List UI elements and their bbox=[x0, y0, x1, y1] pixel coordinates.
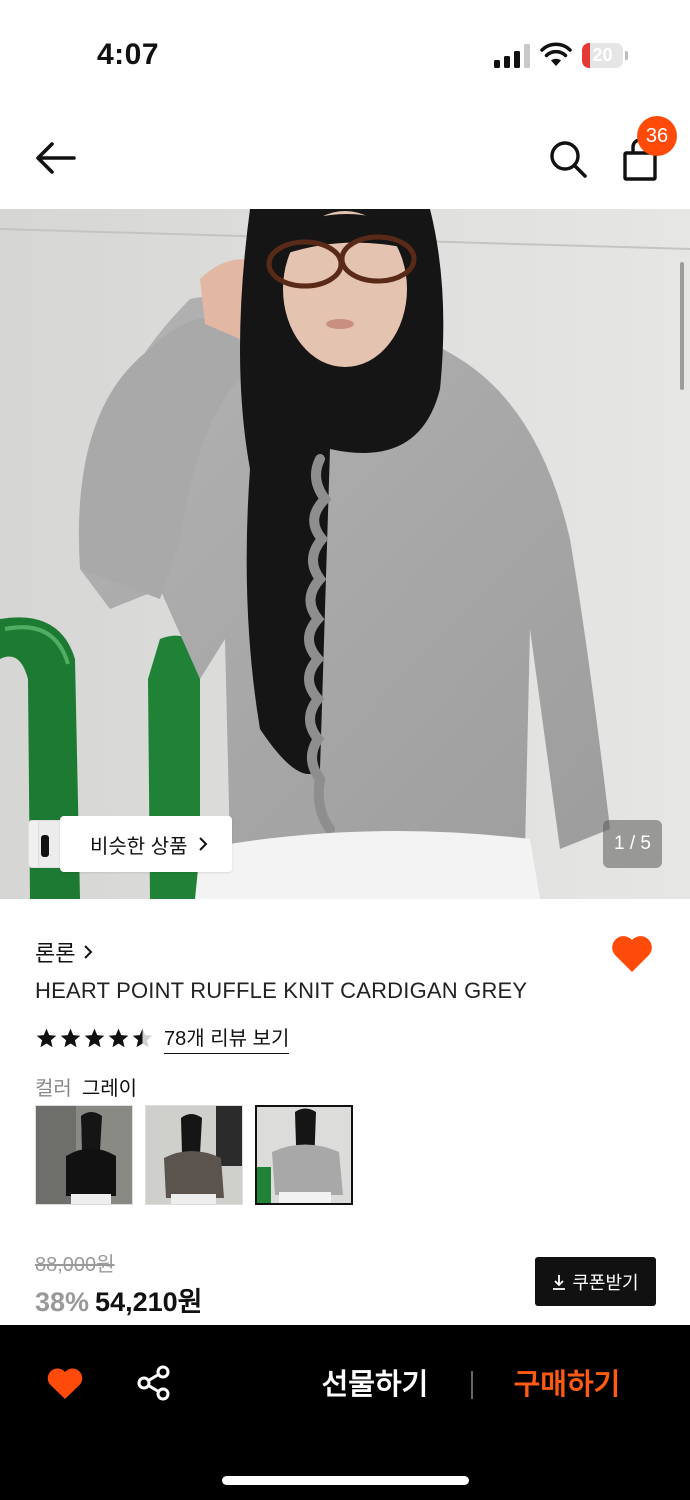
price-row: 38% 54,210원 bbox=[35, 1280, 202, 1319]
sale-price: 54,210원 bbox=[95, 1287, 203, 1317]
star-icon bbox=[132, 1028, 153, 1048]
similar-products-label: 비슷한 상품 bbox=[90, 835, 188, 858]
home-indicator[interactable] bbox=[222, 1476, 469, 1485]
cart-count-badge: 36 bbox=[637, 116, 677, 156]
review-link[interactable]: 78개 리뷰 보기 bbox=[164, 1022, 290, 1054]
wifi-icon bbox=[540, 42, 572, 66]
brand-name: 론론 bbox=[35, 941, 76, 966]
search-icon[interactable] bbox=[546, 137, 590, 181]
status-bar: 4:07 20 bbox=[0, 0, 690, 105]
scroll-indicator bbox=[680, 262, 684, 390]
star-icon bbox=[36, 1028, 57, 1048]
color-label: 컬러 bbox=[35, 1078, 72, 1100]
status-time: 4:07 bbox=[97, 38, 160, 71]
image-page-counter: 1 / 5 bbox=[603, 820, 662, 868]
star-icon bbox=[108, 1028, 129, 1048]
heart-icon[interactable] bbox=[46, 1365, 84, 1401]
star-icon bbox=[84, 1028, 105, 1048]
cellular-signal-icon bbox=[494, 44, 530, 68]
buy-button[interactable]: 구매하기 bbox=[492, 1363, 642, 1407]
color-swatches bbox=[35, 1105, 353, 1205]
product-title: HEART POINT RUFFLE KNIT CARDIGAN GREY bbox=[35, 978, 528, 1003]
coupon-button[interactable]: 쿠폰받기 bbox=[535, 1257, 656, 1306]
swatch-grey[interactable] bbox=[255, 1105, 353, 1205]
chevron-right-icon bbox=[198, 837, 207, 851]
heart-icon[interactable] bbox=[610, 932, 654, 974]
chevron-right-icon bbox=[84, 945, 93, 959]
color-option-row: 컬러 그레이 bbox=[35, 1072, 137, 1101]
rating-row: 78개 리뷰 보기 bbox=[35, 1022, 290, 1054]
top-nav bbox=[0, 105, 690, 209]
battery-icon: 20 bbox=[582, 43, 628, 68]
discount-rate: 38% bbox=[35, 1287, 90, 1317]
gift-button[interactable]: 선물하기 bbox=[300, 1363, 450, 1407]
swatch-brown[interactable] bbox=[145, 1105, 243, 1205]
product-photo bbox=[0, 209, 690, 899]
star-icon bbox=[60, 1028, 81, 1048]
share-icon[interactable] bbox=[136, 1365, 172, 1401]
swatch-black[interactable] bbox=[35, 1105, 133, 1205]
similar-products-button[interactable]: 비슷한 상품 bbox=[28, 816, 232, 872]
back-arrow-icon[interactable] bbox=[30, 135, 80, 181]
brand-link[interactable]: 론론 bbox=[35, 936, 93, 968]
star-rating bbox=[35, 1027, 154, 1049]
bottom-action-bar: 선물하기 구매하기 bbox=[0, 1325, 690, 1500]
download-icon bbox=[553, 1274, 566, 1290]
coupon-label: 쿠폰받기 bbox=[572, 1272, 639, 1293]
battery-level: 20 bbox=[592, 45, 613, 65]
original-price: 88,000원 bbox=[35, 1254, 115, 1276]
product-image[interactable] bbox=[0, 209, 690, 899]
color-value: 그레이 bbox=[81, 1078, 138, 1100]
divider bbox=[471, 1371, 473, 1399]
